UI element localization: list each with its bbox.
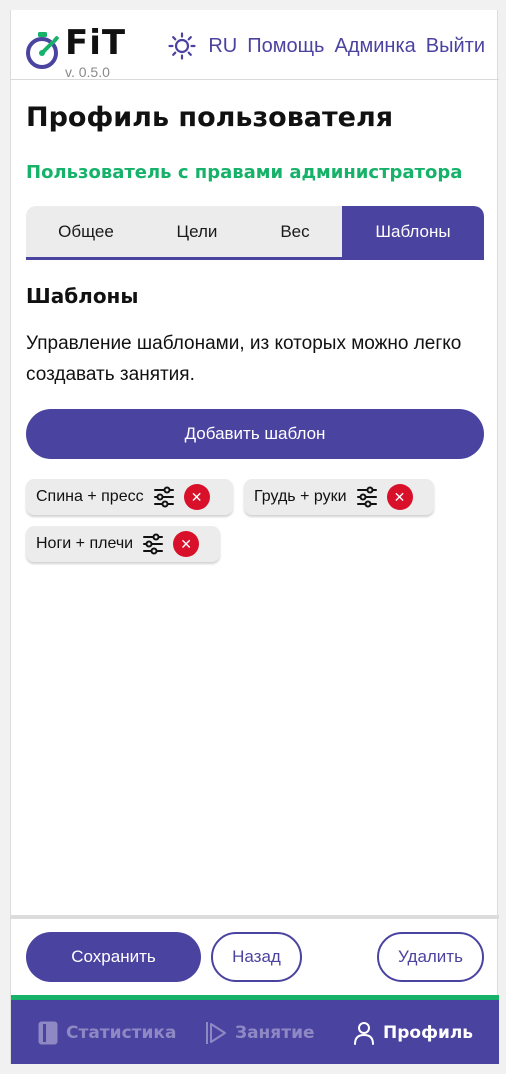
tab-weight[interactable]: Вес xyxy=(248,206,342,257)
template-name: Ноги + плечи xyxy=(36,535,134,552)
book-icon xyxy=(38,1021,58,1045)
bottom-nav-workout[interactable]: Занятие xyxy=(205,1020,315,1046)
user-icon xyxy=(354,1022,374,1045)
sliders-icon[interactable] xyxy=(152,485,176,509)
header-nav: RU Помощь Админка Выйти xyxy=(168,32,485,60)
app-version: v. 0.5.0 xyxy=(65,64,110,80)
play-icon xyxy=(206,1022,226,1044)
admin-status-note: Пользователь с правами администратора xyxy=(26,162,463,183)
template-name: Грудь + руки xyxy=(254,488,347,505)
back-button[interactable]: Назад xyxy=(211,932,302,982)
delete-icon[interactable]: ✕ xyxy=(386,484,413,510)
actions-divider xyxy=(11,915,499,919)
tab-goals[interactable]: Цели xyxy=(146,206,248,257)
bottom-nav-workout-label: Занятие xyxy=(235,1023,315,1043)
bottom-nav-statistics[interactable]: Статистика xyxy=(38,1020,176,1046)
nav-admin[interactable]: Админка xyxy=(334,32,415,60)
section-title: Шаблоны xyxy=(26,284,139,308)
bottom-nav-profile[interactable]: Профиль xyxy=(353,1020,473,1046)
sliders-icon[interactable] xyxy=(355,485,379,509)
template-chip[interactable]: Ноги + плечи ✕ xyxy=(26,526,220,562)
nav-language[interactable]: RU xyxy=(208,32,237,60)
app-frame: FiT v. 0.5.0 RU Помощь Админка Выйти Про… xyxy=(10,10,499,1064)
logo-text: FiT xyxy=(65,23,127,63)
delete-button[interactable]: Удалить xyxy=(377,932,484,982)
delete-icon[interactable]: ✕ xyxy=(173,531,200,557)
save-button[interactable]: Сохранить xyxy=(26,932,201,982)
template-name: Спина + пресс xyxy=(36,488,144,505)
bottom-nav-statistics-label: Статистика xyxy=(66,1023,177,1043)
add-template-button[interactable]: Добавить шаблон xyxy=(26,409,484,459)
nav-logout[interactable]: Выйти xyxy=(426,32,485,60)
logo[interactable]: FiT v. 0.5.0 xyxy=(25,20,135,80)
bottom-nav-profile-label: Профиль xyxy=(383,1023,474,1043)
stopwatch-logo-icon xyxy=(26,32,59,69)
sun-icon[interactable] xyxy=(168,32,196,60)
tab-general[interactable]: Общее xyxy=(26,206,146,257)
delete-icon[interactable]: ✕ xyxy=(183,484,210,510)
profile-tabs: Общее Цели Вес Шаблоны xyxy=(26,206,484,260)
top-header: FiT v. 0.5.0 RU Помощь Админка Выйти xyxy=(11,10,499,80)
sliders-icon[interactable] xyxy=(141,532,165,556)
nav-help[interactable]: Помощь xyxy=(247,32,324,60)
page-title: Профиль пользователя xyxy=(26,102,394,133)
bottom-nav: Статистика Занятие Профиль xyxy=(11,995,499,1064)
template-chip[interactable]: Спина + пресс ✕ xyxy=(26,479,233,515)
template-chip[interactable]: Грудь + руки ✕ xyxy=(244,479,434,515)
section-description: Управление шаблонами, из которых можно л… xyxy=(26,333,462,385)
tab-templates[interactable]: Шаблоны xyxy=(342,206,484,257)
